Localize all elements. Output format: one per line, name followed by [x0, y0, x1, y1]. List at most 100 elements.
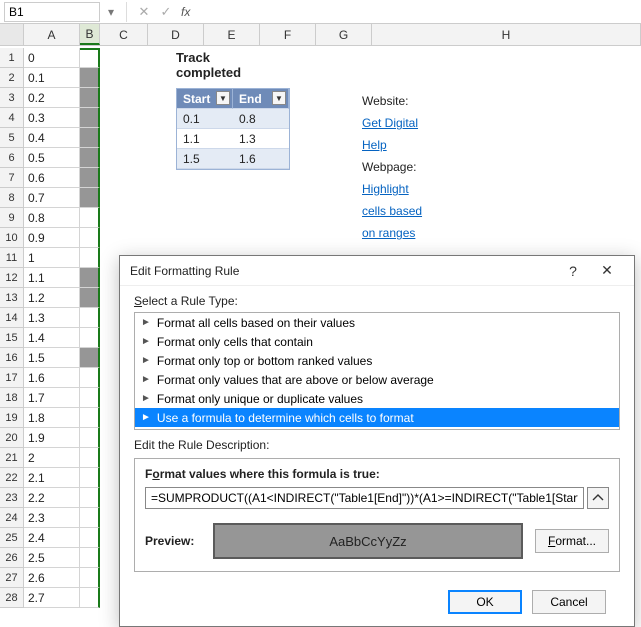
row-header[interactable]: 1	[0, 48, 24, 68]
row-header[interactable]: 4	[0, 108, 24, 128]
dialog-titlebar[interactable]: Edit Formatting Rule ? ✕	[120, 256, 634, 286]
row-header[interactable]: 2	[0, 68, 24, 88]
cell[interactable]: 1.5	[24, 348, 80, 368]
cell[interactable]	[80, 548, 100, 568]
cell[interactable]: 1.9	[24, 428, 80, 448]
row-header[interactable]: 19	[0, 408, 24, 428]
cell[interactable]	[80, 88, 100, 108]
row-header[interactable]: 3	[0, 88, 24, 108]
ok-button[interactable]: OK	[448, 590, 522, 614]
website-link[interactable]: Get Digital Help	[362, 116, 418, 152]
row-header[interactable]: 16	[0, 348, 24, 368]
rule-type-item[interactable]: ►Format all cells based on their values	[135, 313, 619, 332]
cancel-button[interactable]: Cancel	[532, 590, 606, 614]
cell[interactable]: 0.1	[24, 68, 80, 88]
rule-type-item[interactable]: ►Format only unique or duplicate values	[135, 389, 619, 408]
close-icon[interactable]: ✕	[590, 256, 624, 286]
col-header-E[interactable]: E	[204, 24, 260, 45]
row-header[interactable]: 17	[0, 368, 24, 388]
row-header[interactable]: 11	[0, 248, 24, 268]
cell[interactable]	[80, 448, 100, 468]
cell[interactable]: 1.2	[24, 288, 80, 308]
webpage-link[interactable]: Highlight cells based on ranges	[362, 182, 422, 240]
cell[interactable]	[80, 568, 100, 588]
row-header[interactable]: 13	[0, 288, 24, 308]
rule-type-item[interactable]: ►Format only top or bottom ranked values	[135, 351, 619, 370]
cell[interactable]: 1.3	[24, 308, 80, 328]
cell[interactable]	[80, 408, 100, 428]
row-header[interactable]: 22	[0, 468, 24, 488]
cell[interactable]	[80, 68, 100, 88]
name-box-dropdown-icon[interactable]: ▾	[104, 2, 118, 22]
help-icon[interactable]: ?	[556, 256, 590, 286]
row-header[interactable]: 24	[0, 508, 24, 528]
cell[interactable]	[80, 108, 100, 128]
row-header[interactable]: 10	[0, 228, 24, 248]
cell[interactable]	[80, 528, 100, 548]
select-all-corner[interactable]	[0, 24, 24, 45]
row-header[interactable]: 6	[0, 148, 24, 168]
cell[interactable]	[80, 368, 100, 388]
cell[interactable]	[80, 168, 100, 188]
cell[interactable]	[80, 128, 100, 148]
grid[interactable]: 1020.130.240.350.460.570.680.790.8100.91…	[0, 48, 100, 608]
row-header[interactable]: 21	[0, 448, 24, 468]
cell[interactable]: 0.4	[24, 128, 80, 148]
cell[interactable]: 2.5	[24, 548, 80, 568]
col-header-C[interactable]: C	[100, 24, 148, 45]
name-box[interactable]	[4, 2, 100, 22]
row-header[interactable]: 9	[0, 208, 24, 228]
format-button[interactable]: Format...	[535, 529, 609, 553]
cell[interactable]: 0.6	[24, 168, 80, 188]
row-header[interactable]: 26	[0, 548, 24, 568]
cell[interactable]	[80, 508, 100, 528]
cell[interactable]	[80, 328, 100, 348]
cell[interactable]	[80, 588, 100, 608]
cell[interactable]: 1.1	[24, 268, 80, 288]
cell[interactable]: 2.1	[24, 468, 80, 488]
cell[interactable]	[80, 48, 100, 68]
col-header-G[interactable]: G	[316, 24, 372, 45]
row-header[interactable]: 18	[0, 388, 24, 408]
cell[interactable]: 0.5	[24, 148, 80, 168]
cell[interactable]: 0.3	[24, 108, 80, 128]
rule-type-item[interactable]: ►Use a formula to determine which cells …	[135, 408, 619, 427]
cell[interactable]	[80, 348, 100, 368]
cell[interactable]	[80, 308, 100, 328]
col-header-B[interactable]: B	[80, 24, 100, 45]
cell[interactable]	[80, 288, 100, 308]
filter-dropdown-icon[interactable]: ▼	[216, 91, 230, 105]
cell[interactable]: 0.7	[24, 188, 80, 208]
table-cell[interactable]: 0.8	[233, 109, 289, 129]
cell[interactable]: 1.7	[24, 388, 80, 408]
cell[interactable]: 0.2	[24, 88, 80, 108]
row-header[interactable]: 14	[0, 308, 24, 328]
cell[interactable]	[80, 428, 100, 448]
cell[interactable]	[80, 148, 100, 168]
cell[interactable]: 1.4	[24, 328, 80, 348]
formula-input[interactable]	[145, 487, 584, 509]
col-header-H[interactable]: H	[372, 24, 641, 45]
row-header[interactable]: 12	[0, 268, 24, 288]
cell[interactable]	[80, 228, 100, 248]
cell[interactable]: 2.2	[24, 488, 80, 508]
table-cell[interactable]: 1.6	[233, 149, 289, 169]
cell[interactable]	[80, 468, 100, 488]
cell[interactable]: 1.8	[24, 408, 80, 428]
cell[interactable]: 1.6	[24, 368, 80, 388]
col-header-D[interactable]: D	[148, 24, 204, 45]
cell[interactable]: 2.6	[24, 568, 80, 588]
cell[interactable]	[80, 188, 100, 208]
table-cell[interactable]: 1.1	[177, 129, 233, 149]
cell[interactable]: 2.3	[24, 508, 80, 528]
cell[interactable]	[80, 488, 100, 508]
cell[interactable]: 0.8	[24, 208, 80, 228]
row-header[interactable]: 15	[0, 328, 24, 348]
table-cell[interactable]: 1.3	[233, 129, 289, 149]
rule-type-item[interactable]: ►Format only cells that contain	[135, 332, 619, 351]
cell[interactable]: 2.4	[24, 528, 80, 548]
cell[interactable]: 2	[24, 448, 80, 468]
row-header[interactable]: 25	[0, 528, 24, 548]
table-cell[interactable]: 1.5	[177, 149, 233, 169]
collapse-dialog-icon[interactable]	[587, 487, 609, 509]
